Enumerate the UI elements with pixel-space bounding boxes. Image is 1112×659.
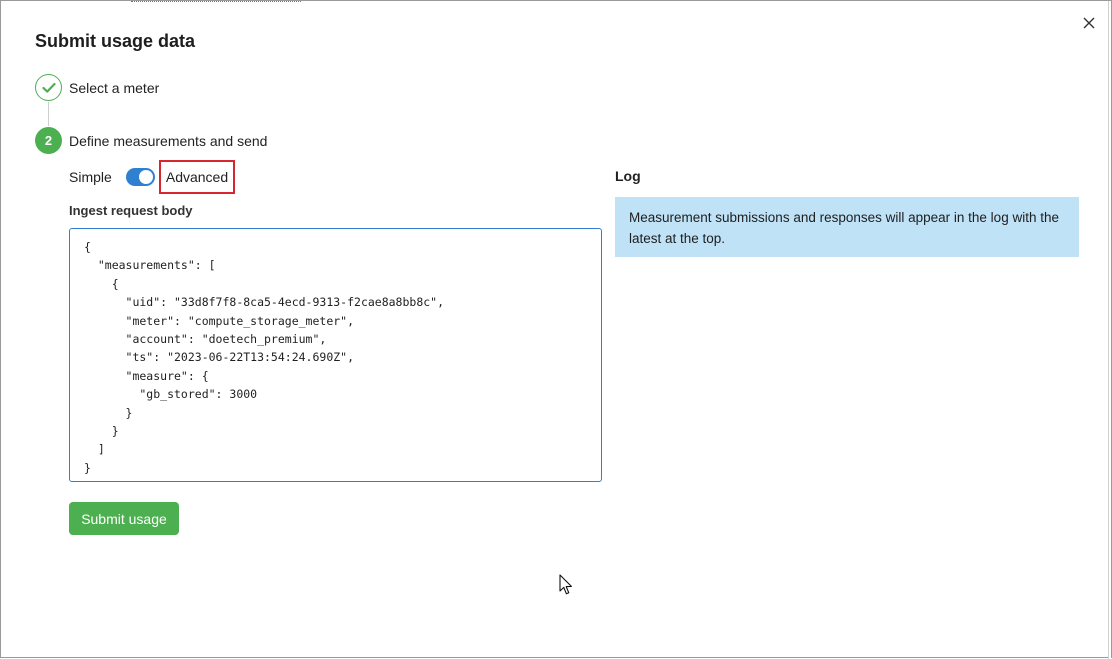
step-label: Select a meter [69,79,160,96]
check-icon [41,82,56,93]
step-define-measurements: 2 Define measurements and send [35,127,267,154]
dialog-title: Submit usage data [35,31,196,51]
step-select-meter[interactable]: Select a meter [35,74,159,101]
mode-advanced-label[interactable]: Advanced [159,160,235,194]
log-title: Log [615,168,641,184]
mode-simple-label[interactable]: Simple [69,169,112,185]
mode-toggle[interactable] [125,168,155,186]
mode-switch-row: Simple Advanced [69,160,235,194]
ingest-body-editor[interactable]: { "measurements": [ { "uid": "33d8f7f8-8… [69,228,602,482]
submit-usage-button[interactable]: Submit usage [69,502,179,535]
log-message: Measurement submissions and responses wi… [615,197,1079,257]
window-edge [1108,1,1111,659]
ingest-body-text[interactable]: { "measurements": [ { "uid": "33d8f7f8-8… [84,238,587,477]
close-icon [1083,17,1095,29]
dialog-window: Submit usage data Select a meter 2 Defin… [0,0,1112,659]
step-label: Define measurements and send [69,132,268,149]
step-number-badge: 2 [35,127,62,154]
close-button[interactable] [1078,12,1100,34]
background-peek [131,0,301,2]
step-complete-indicator [35,74,62,101]
ingest-body-label: Ingest request body [69,203,193,218]
mouse-cursor-icon [559,574,572,595]
step-connector [48,102,49,126]
toggle-knob [138,170,153,184]
